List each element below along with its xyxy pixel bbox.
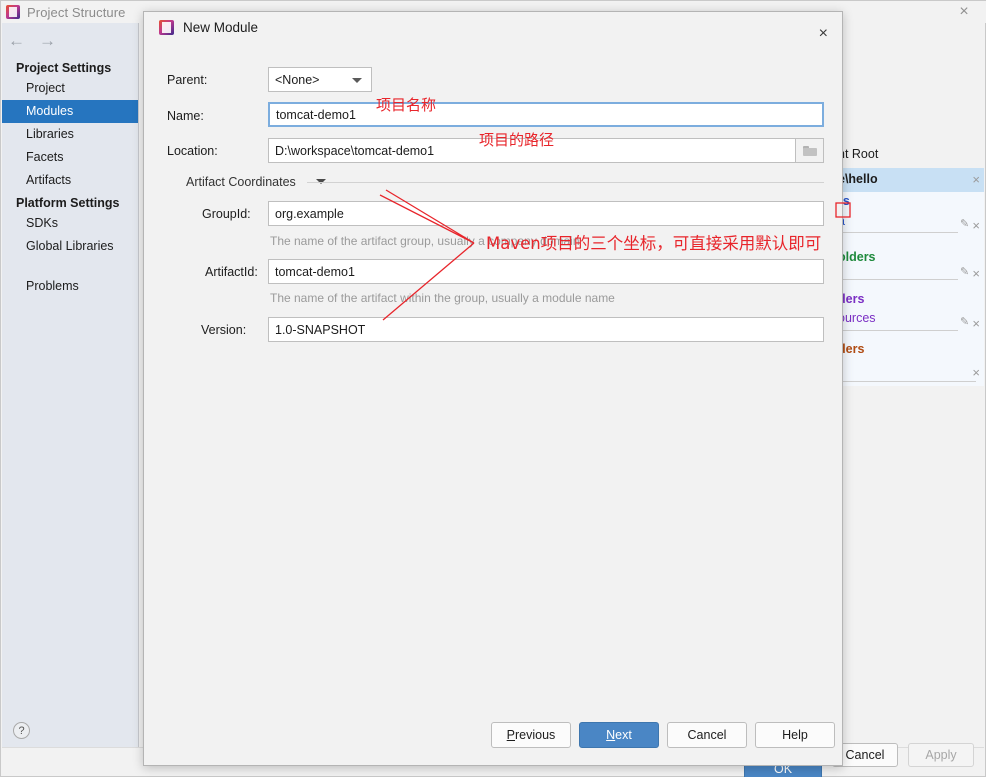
sidebar-section-platform-settings: Platform Settings: [16, 196, 120, 210]
edit-icon[interactable]: ✎: [960, 219, 969, 230]
folder-icon: [802, 145, 817, 156]
new-module-dialog: New Module × Parent: <None> Name: tomcat…: [143, 11, 843, 766]
previous-button[interactable]: Previous: [491, 722, 571, 748]
close-icon[interactable]: ×: [819, 26, 828, 42]
sidebar-item-sdks[interactable]: SDKs: [2, 212, 138, 235]
artifact-coordinates-header: Artifact Coordinates: [186, 175, 296, 189]
artifactid-input-value: tomcat-demo1: [275, 264, 355, 279]
name-label: Name:: [167, 109, 204, 123]
next-button-label-rest: ext: [615, 728, 632, 742]
sidebar-section-project-settings: Project Settings: [16, 61, 112, 75]
remove-icon[interactable]: ×: [972, 173, 980, 186]
parent-select-value: <None>: [275, 72, 320, 87]
chevron-down-icon[interactable]: [352, 78, 362, 83]
sidebar-item-facets[interactable]: Facets: [2, 146, 138, 169]
sidebar-item-artifacts[interactable]: Artifacts: [2, 169, 138, 192]
edit-icon[interactable]: ✎: [960, 317, 969, 328]
sources-underline: [836, 232, 958, 233]
artifactid-input[interactable]: tomcat-demo1: [268, 259, 824, 284]
next-button-mnemonic: N: [606, 728, 616, 742]
new-module-titlebar: New Module: [144, 12, 842, 43]
close-icon[interactable]: ×: [951, 1, 977, 23]
sidebar-item-modules[interactable]: Modules: [2, 100, 138, 123]
resource-folders-underline: [836, 330, 958, 331]
version-label: Version:: [201, 323, 247, 337]
previous-button-label-rest: revious: [515, 728, 556, 742]
help-icon[interactable]: ?: [13, 722, 30, 739]
sidebar-item-problems[interactable]: Problems: [2, 275, 138, 298]
location-browse-button[interactable]: [796, 138, 824, 163]
sidebar-item-libraries[interactable]: Libraries: [2, 123, 138, 146]
parent-label: Parent:: [167, 73, 208, 87]
project-structure-sidebar: ← → Project Settings Project Modules Lib…: [2, 23, 139, 749]
remove-icon[interactable]: ×: [972, 317, 980, 330]
version-input-value: 1.0-SNAPSHOT: [275, 322, 366, 337]
test-sources-group-label: olders: [838, 250, 876, 264]
dialog-title: New Module: [183, 20, 259, 35]
previous-button-mnemonic: P: [506, 728, 516, 742]
remove-icon[interactable]: ×: [972, 219, 980, 232]
test-sources-underline: [836, 279, 958, 280]
sidebar-item-project[interactable]: Project: [2, 77, 138, 100]
intellij-idea-icon: [159, 20, 174, 35]
location-input-value: D:\workspace\tomcat-demo1: [275, 143, 435, 158]
parent-select[interactable]: <None>: [268, 67, 372, 92]
nav-back-icon[interactable]: ←: [8, 32, 25, 49]
artifact-coordinates-divider: [307, 182, 824, 183]
annotation-coordinates-note: Maven项目的三个坐标，可直接采用默认即可: [486, 234, 822, 253]
excluded-folders-group-row: ders ×: [836, 334, 984, 386]
artifactid-hint: The name of the artifact within the grou…: [270, 291, 615, 305]
dialog-button-bar: Previous Next Cancel Help: [144, 713, 842, 765]
project-structure-title: Project Structure: [27, 4, 126, 20]
help-button[interactable]: Help: [755, 722, 835, 748]
content-root-path: e\hello: [838, 172, 878, 186]
excluded-folders-underline: [836, 381, 976, 382]
content-root-selected-row[interactable]: e\hello ×: [836, 168, 984, 192]
sidebar-nav-buttons: ← →: [2, 23, 138, 57]
remove-icon[interactable]: ×: [972, 366, 980, 379]
cancel-button[interactable]: Cancel: [667, 722, 747, 748]
content-root-header: nt Root: [838, 147, 879, 161]
sidebar-item-global-libraries[interactable]: Global Libraries: [2, 235, 138, 258]
resource-folders-group-value: ources: [838, 311, 876, 325]
artifactid-label: ArtifactId:: [205, 265, 258, 279]
nav-forward-icon[interactable]: →: [39, 32, 56, 49]
annotation-location-note: 项目的路径: [479, 131, 555, 149]
groupid-input-value: org.example: [275, 206, 344, 221]
edit-icon[interactable]: ✎: [960, 267, 969, 278]
apply-button[interactable]: Apply: [908, 743, 974, 767]
resource-folders-group-row: ders ources ✎ ×: [836, 286, 984, 334]
remove-icon[interactable]: ×: [972, 267, 980, 280]
content-roots-panel: nt Root e\hello × rs a ✎ × olders: [836, 23, 984, 747]
version-input[interactable]: 1.0-SNAPSHOT: [268, 317, 824, 342]
sources-group-row: rs a ✎ ×: [836, 192, 984, 238]
location-label: Location:: [167, 144, 218, 158]
next-button[interactable]: Next: [579, 722, 659, 748]
name-input-value: tomcat-demo1: [276, 107, 356, 122]
annotation-name-note: 项目名称: [376, 96, 437, 114]
test-sources-group-row: olders ✎ ×: [836, 238, 984, 286]
groupid-label: GroupId:: [202, 207, 251, 221]
groupid-input[interactable]: org.example: [268, 201, 824, 226]
name-input[interactable]: tomcat-demo1: [268, 102, 824, 127]
intellij-idea-icon: [6, 5, 20, 19]
